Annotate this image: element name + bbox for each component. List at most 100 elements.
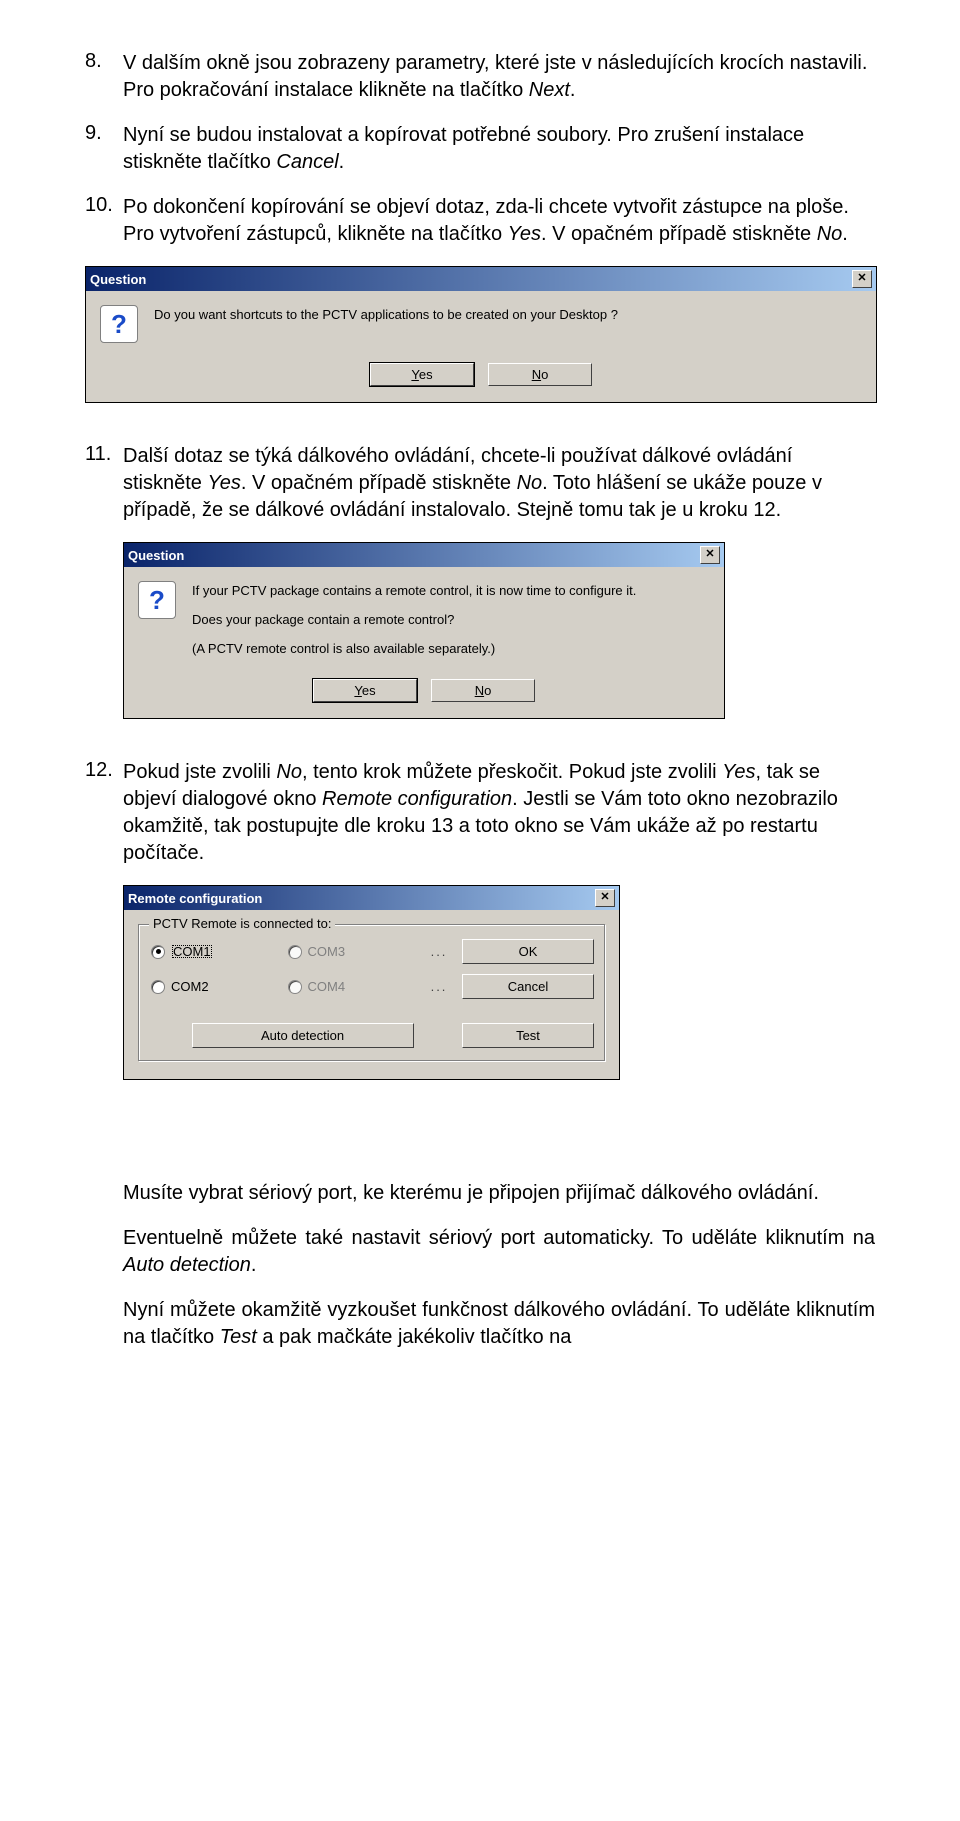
step-number: 8.: [85, 50, 123, 104]
step-8: 8. V dalším okně jsou zobrazeny parametr…: [85, 50, 875, 104]
radio-com1[interactable]: COM1: [151, 944, 280, 959]
text: . V opačném případě stiskněte: [541, 223, 817, 245]
step-number: 9.: [85, 122, 123, 176]
radio-com4: COM4: [288, 979, 417, 994]
radio-icon: [151, 980, 165, 994]
connection-groupbox: PCTV Remote is connected to: COM1 COM3 .…: [138, 924, 605, 1061]
yes-button[interactable]: Yes: [313, 679, 417, 702]
italic: Yes: [207, 472, 240, 494]
dialog-message: If your PCTV package contains a remote c…: [192, 581, 710, 659]
italic: Test: [220, 1326, 257, 1348]
radio-label: COM2: [171, 979, 209, 994]
radio-icon: [151, 945, 165, 959]
italic: No: [276, 761, 302, 783]
text: .: [339, 151, 345, 173]
italic: No: [517, 472, 543, 494]
line: Does your package contain a remote contr…: [192, 610, 710, 631]
mnemonic: C: [508, 979, 517, 994]
question-dialog-shortcuts: Question ✕ ? Do you want shortcuts to th…: [85, 266, 877, 403]
radio-com2[interactable]: COM2: [151, 979, 280, 994]
step-number: 12.: [85, 759, 123, 867]
radio-com3: COM3: [288, 944, 417, 959]
remote-configuration-dialog: Remote configuration ✕ PCTV Remote is co…: [123, 885, 620, 1080]
mnemonic: N: [475, 683, 484, 698]
dialog-title: Remote configuration: [128, 891, 262, 906]
italic: Auto detection: [123, 1254, 251, 1276]
step-9: 9. Nyní se budou instalovat a kopírovat …: [85, 122, 875, 176]
footer-paragraph-1: Musíte vybrat sériový port, ke kterému j…: [123, 1180, 875, 1207]
groupbox-label: PCTV Remote is connected to:: [149, 916, 335, 931]
text: Nyní se budou instalovat a kopírovat pot…: [123, 124, 804, 173]
footer-paragraph-3: Nyní můžete okamžitě vyzkoušet funkčnost…: [123, 1297, 875, 1351]
text: Pokud jste zvolili: [123, 761, 276, 783]
mnemonic: N: [532, 367, 541, 382]
italic: Next: [529, 79, 570, 101]
mnemonic: Y: [354, 683, 361, 698]
titlebar[interactable]: Question ✕: [124, 543, 724, 567]
label-part: A: [261, 1028, 270, 1043]
label-rest: est: [523, 1028, 540, 1043]
test-button[interactable]: Test: [462, 1023, 594, 1048]
question-icon: ?: [138, 581, 176, 619]
italic: Yes: [722, 761, 755, 783]
mnemonic: u: [270, 1028, 277, 1043]
ok-button[interactable]: OK: [462, 939, 594, 964]
italic: Yes: [508, 223, 541, 245]
close-icon[interactable]: ✕: [595, 889, 615, 907]
radio-icon: [288, 980, 302, 994]
line: (A PCTV remote control is also available…: [192, 639, 710, 660]
label-rest: o: [484, 683, 491, 698]
step-number: 10.: [85, 194, 123, 248]
titlebar[interactable]: Remote configuration ✕: [124, 886, 619, 910]
text: , tento krok můžete přeskočit. Pokud jst…: [302, 761, 722, 783]
step-text: Pokud jste zvolili No, tento krok můžete…: [123, 759, 875, 867]
cancel-button[interactable]: Cancel: [462, 974, 594, 999]
text: . V opačném případě stiskněte: [241, 472, 517, 494]
label-rest: ancel: [517, 979, 548, 994]
dialog-title: Question: [90, 272, 146, 287]
radio-label: COM1: [171, 944, 213, 959]
mnemonic: Y: [411, 367, 418, 382]
step-10: 10. Po dokončení kopírování se objeví do…: [85, 194, 875, 248]
step-text: Po dokončení kopírování se objeví dotaz,…: [123, 194, 875, 248]
yes-button[interactable]: Yes: [370, 363, 474, 386]
close-icon[interactable]: ✕: [852, 270, 872, 288]
text: Eventuelně můžete také nastavit sériový …: [123, 1227, 875, 1249]
italic: Remote configuration: [322, 788, 512, 810]
line: If your PCTV package contains a remote c…: [192, 581, 710, 602]
label-rest: es: [419, 367, 433, 382]
text: V dalším okně jsou zobrazeny parametry, …: [123, 52, 867, 101]
step-text: Nyní se budou instalovat a kopírovat pot…: [123, 122, 875, 176]
italic: No: [817, 223, 843, 245]
text: .: [251, 1254, 257, 1276]
radio-label: COM4: [308, 979, 346, 994]
text: .: [570, 79, 576, 101]
label-rest: es: [362, 683, 376, 698]
radio-label: COM3: [308, 944, 346, 959]
no-button[interactable]: No: [488, 363, 592, 386]
label-rest: o: [541, 367, 548, 382]
auto-detection-button[interactable]: Auto detection: [192, 1023, 414, 1048]
dialog-title: Question: [128, 548, 184, 563]
text: a pak mačkáte jakékoliv tlačítko na: [257, 1326, 572, 1348]
dialog-message: Do you want shortcuts to the PCTV applic…: [154, 305, 862, 343]
text: .: [842, 223, 848, 245]
titlebar[interactable]: Question ✕: [86, 267, 876, 291]
step-12: 12. Pokud jste zvolili No, tento krok mů…: [85, 759, 875, 867]
step-text: V dalším okně jsou zobrazeny parametry, …: [123, 50, 875, 104]
footer-paragraph-2: Eventuelně můžete také nastavit sériový …: [123, 1225, 875, 1279]
label-part: to detection: [277, 1028, 344, 1043]
step-text: Další dotaz se týká dálkového ovládání, …: [123, 443, 875, 524]
question-icon: ?: [100, 305, 138, 343]
radio-icon: [288, 945, 302, 959]
step-number: 11.: [85, 443, 123, 524]
step-11: 11. Další dotaz se týká dálkového ovládá…: [85, 443, 875, 524]
question-dialog-remote: Question ✕ ? If your PCTV package contai…: [123, 542, 725, 719]
ellipsis: ...: [424, 979, 454, 994]
italic: Cancel: [276, 151, 338, 173]
close-icon[interactable]: ✕: [700, 546, 720, 564]
no-button[interactable]: No: [431, 679, 535, 702]
label-rest: K: [529, 944, 538, 959]
ellipsis: ...: [424, 944, 454, 959]
mnemonic: O: [519, 944, 529, 959]
